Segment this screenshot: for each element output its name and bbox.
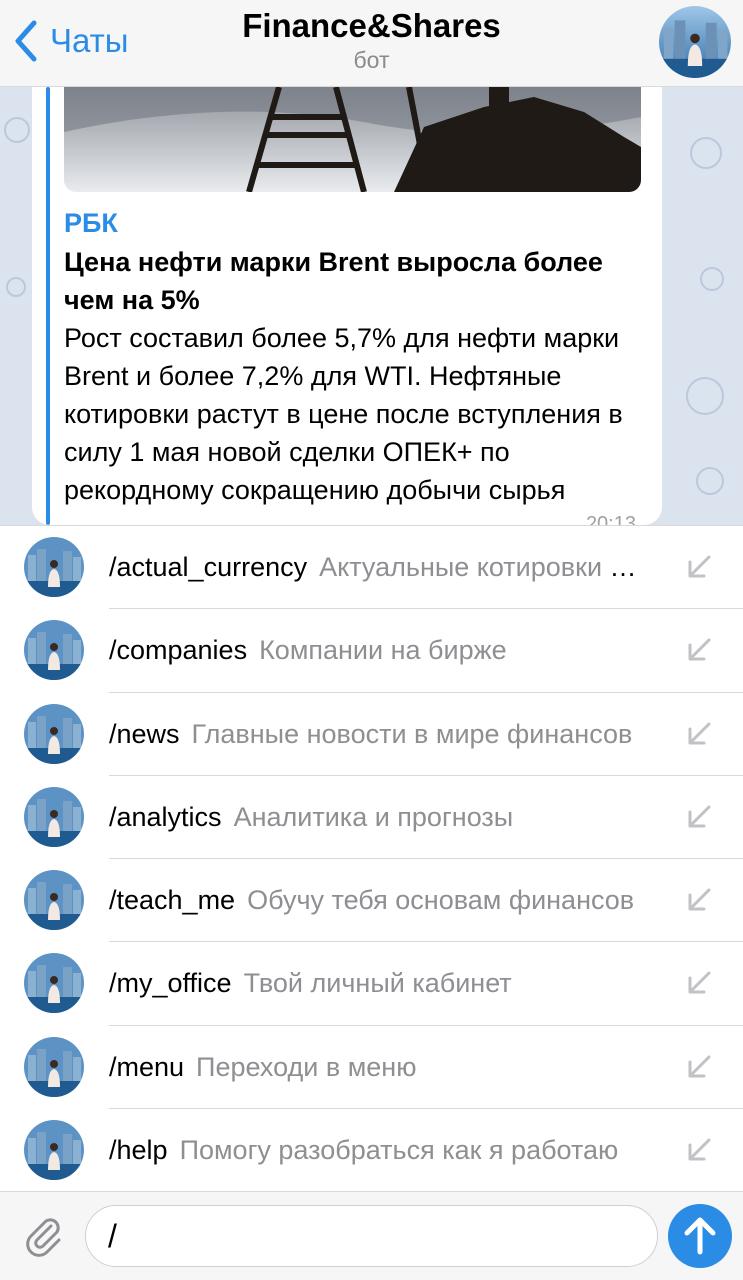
command-text: /my_office Твой личный кабинет <box>109 942 643 1025</box>
command-item[interactable]: /companies Компании на бирже <box>0 609 743 693</box>
command-name: /teach_me <box>109 885 236 915</box>
paperclip-icon[interactable] <box>20 1212 66 1258</box>
arrow-insert-icon[interactable] <box>685 1136 713 1164</box>
bot-avatar-small <box>24 537 84 597</box>
arrow-insert-icon[interactable] <box>685 886 713 914</box>
bot-avatar-small <box>24 870 84 930</box>
command-item[interactable]: /my_office Твой личный кабинет <box>0 942 743 1026</box>
command-text: /teach_me Обучу тебя основам финансов <box>109 859 643 942</box>
command-name: /news <box>109 718 180 749</box>
oil-rig-image <box>64 87 641 192</box>
background-doodle <box>690 137 722 169</box>
command-text: /companies Компании на бирже <box>109 609 643 692</box>
message-timestamp: 20:13 <box>585 513 636 525</box>
command-item[interactable]: /menu Переходи в меню <box>0 1026 743 1109</box>
command-description: Компании на бирже <box>259 635 507 666</box>
command-description: Твой личный кабинет <box>243 968 512 999</box>
command-name: /menu <box>109 1051 185 1082</box>
command-item[interactable]: /teach_me Обучу тебя основам финансов <box>0 859 743 943</box>
bot-avatar[interactable] <box>659 6 731 78</box>
command-name: /companies <box>109 635 248 666</box>
avatar-image <box>24 786 84 847</box>
link-preview-headline: Цена нефти марки Brent выросла более чем… <box>64 247 603 315</box>
avatar-image <box>24 953 84 1014</box>
chat-title: Finance&Shares <box>242 7 501 44</box>
link-preview-description: Рост составил более 5,7% для нефти марки… <box>64 323 623 505</box>
arrow-insert-icon[interactable] <box>685 636 713 664</box>
background-doodle <box>6 277 26 297</box>
message-input[interactable]: / <box>85 1205 658 1267</box>
command-description: Главные новости в мире финансов <box>191 718 633 749</box>
bot-avatar-small <box>24 1036 84 1097</box>
bot-command-list: /actual_currency Актуальные котировки вал… <box>0 525 743 1192</box>
background-doodle <box>4 117 30 143</box>
command-name: /help <box>109 1134 168 1165</box>
avatar-image <box>24 703 84 764</box>
link-preview-bar <box>46 87 50 525</box>
command-description: Помогу разобраться как я работаю <box>179 1134 619 1165</box>
command-item[interactable]: /news Главные новости в мире финансов <box>0 693 743 776</box>
bot-avatar-small <box>24 620 84 681</box>
back-label: Чаты <box>50 22 129 59</box>
command-item[interactable]: /analytics Аналитика и прогнозы <box>0 776 743 859</box>
command-name: /analytics <box>109 801 222 832</box>
avatar-image <box>24 870 84 930</box>
message-input-bar: / <box>0 1191 743 1280</box>
background-doodle <box>700 267 724 291</box>
command-name: /my_office <box>109 968 232 999</box>
arrow-up-icon <box>684 1217 716 1255</box>
arrow-insert-icon[interactable] <box>685 553 713 581</box>
command-text: /help Помогу разобраться как я работаю <box>109 1109 643 1192</box>
avatar-image <box>659 6 731 78</box>
avatar-image <box>24 537 84 597</box>
message-bubble[interactable]: РБК Цена нефти марки Brent выросла более… <box>32 87 662 525</box>
background-doodle <box>696 467 724 495</box>
command-description: Обучу тебя основам финансов <box>247 885 635 915</box>
link-preview-source: РБК <box>64 208 118 238</box>
chat-area[interactable]: РБК Цена нефти марки Brent выросла более… <box>0 87 743 525</box>
chat-header: Чаты Finance&Shares бот <box>0 0 743 87</box>
command-description: Аналитика и прогнозы <box>233 801 514 832</box>
background-doodle <box>686 377 724 415</box>
command-item[interactable]: /help Помогу разобраться как я работаю <box>0 1109 743 1192</box>
command-text: /actual_currency Актуальные котировки вал… <box>109 526 643 609</box>
avatar-image <box>24 1036 84 1097</box>
arrow-insert-icon[interactable] <box>685 720 713 748</box>
command-description: Переходи в меню <box>196 1051 417 1082</box>
command-item[interactable]: /actual_currency Актуальные котировки вал… <box>0 526 743 610</box>
command-description: Актуальные котировки валют <box>319 552 643 582</box>
avatar-image <box>24 620 84 681</box>
chat-title-block[interactable]: Finance&Shares бот <box>160 6 583 74</box>
bot-avatar-small <box>24 703 84 764</box>
command-text: /news Главные новости в мире финансов <box>109 693 643 776</box>
link-preview-image[interactable] <box>64 87 641 192</box>
telegram-chat-screen: Чаты Finance&Shares бот РБК Цена нефти м… <box>0 0 743 1280</box>
bot-avatar-small <box>24 953 84 1014</box>
send-button[interactable] <box>668 1204 732 1268</box>
chevron-left-icon <box>15 20 37 62</box>
command-text: /menu Переходи в меню <box>109 1026 643 1109</box>
bot-avatar-small <box>24 1119 84 1180</box>
chat-subtitle: бот <box>353 47 390 73</box>
command-text: /analytics Аналитика и прогнозы <box>109 776 643 859</box>
arrow-insert-icon[interactable] <box>685 803 713 831</box>
command-name: /actual_currency <box>109 552 308 582</box>
bot-avatar-small <box>24 786 84 847</box>
arrow-insert-icon[interactable] <box>685 1053 713 1081</box>
back-button[interactable]: Чаты <box>12 18 128 64</box>
arrow-insert-icon[interactable] <box>685 969 713 997</box>
avatar-image <box>24 1119 84 1180</box>
